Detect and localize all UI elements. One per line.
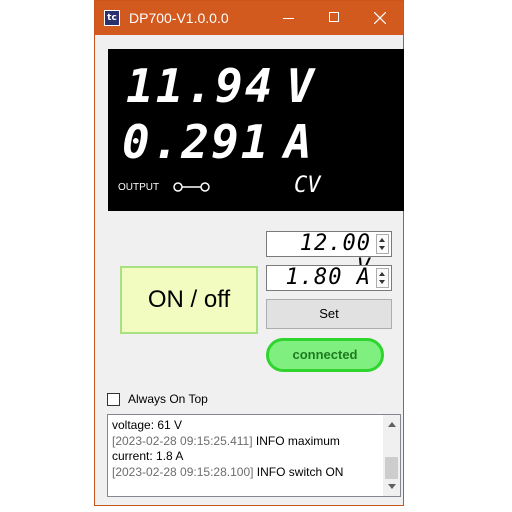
current-setpoint-value[interactable]: 1.80 A [275, 266, 371, 290]
voltage-stepper-arrows[interactable] [376, 234, 389, 254]
arrow-down-icon[interactable] [379, 246, 385, 250]
log-line: [2023-02-28 09:15:25.411] INFO maximum [112, 433, 340, 448]
close-button[interactable] [357, 1, 403, 35]
voltage-readout: 11.94 [126, 59, 275, 113]
log-line: voltage: 61 V [112, 418, 183, 432]
current-readout: 0.291 [122, 115, 271, 169]
log-line: current: 1.8 A [112, 449, 184, 463]
always-on-top-label[interactable]: Always On Top [128, 392, 208, 406]
current-unit: A [284, 115, 314, 169]
output-switch-icon [173, 182, 210, 192]
always-on-top-checkbox[interactable] [107, 393, 120, 406]
voltage-unit: V [286, 59, 316, 113]
log-lines: voltage: 61 V [2023-02-28 09:15:25.411] … [112, 418, 382, 480]
arrow-down-icon[interactable] [379, 280, 385, 284]
log-scrollbar[interactable] [383, 415, 400, 496]
close-icon [374, 12, 386, 24]
scroll-thumb[interactable] [385, 457, 398, 479]
voltage-setpoint-value[interactable]: 12.00 V [275, 232, 371, 280]
minimize-button[interactable] [265, 1, 311, 35]
window-title: DP700-V1.0.0.0 [129, 10, 229, 26]
mode-indicator: CV [294, 173, 321, 198]
on-off-button[interactable]: ON / off [120, 266, 258, 334]
scroll-down-icon[interactable] [388, 484, 396, 489]
lcd-display: 11.94 V 0.291 A OUTPUT CV [108, 49, 404, 211]
connection-status-badge: connected [266, 338, 384, 372]
set-button[interactable]: Set [266, 299, 392, 329]
app-window: tc DP700-V1.0.0.0 11.94 V 0.291 A OUTPUT… [94, 0, 404, 506]
current-stepper-arrows[interactable] [376, 268, 389, 288]
scroll-up-icon[interactable] [388, 422, 396, 427]
log-line: [2023-02-28 09:15:28.100] INFO switch ON [112, 464, 344, 479]
maximize-button[interactable] [311, 1, 357, 35]
output-label: OUTPUT [118, 182, 160, 193]
current-setpoint-stepper[interactable]: 1.80 A [266, 265, 392, 291]
app-icon: tc [104, 10, 120, 26]
title-bar[interactable]: tc DP700-V1.0.0.0 [95, 1, 403, 35]
arrow-up-icon[interactable] [379, 238, 385, 242]
log-output[interactable]: voltage: 61 V [2023-02-28 09:15:25.411] … [107, 414, 401, 497]
arrow-up-icon[interactable] [379, 272, 385, 276]
voltage-setpoint-stepper[interactable]: 12.00 V [266, 231, 392, 280]
